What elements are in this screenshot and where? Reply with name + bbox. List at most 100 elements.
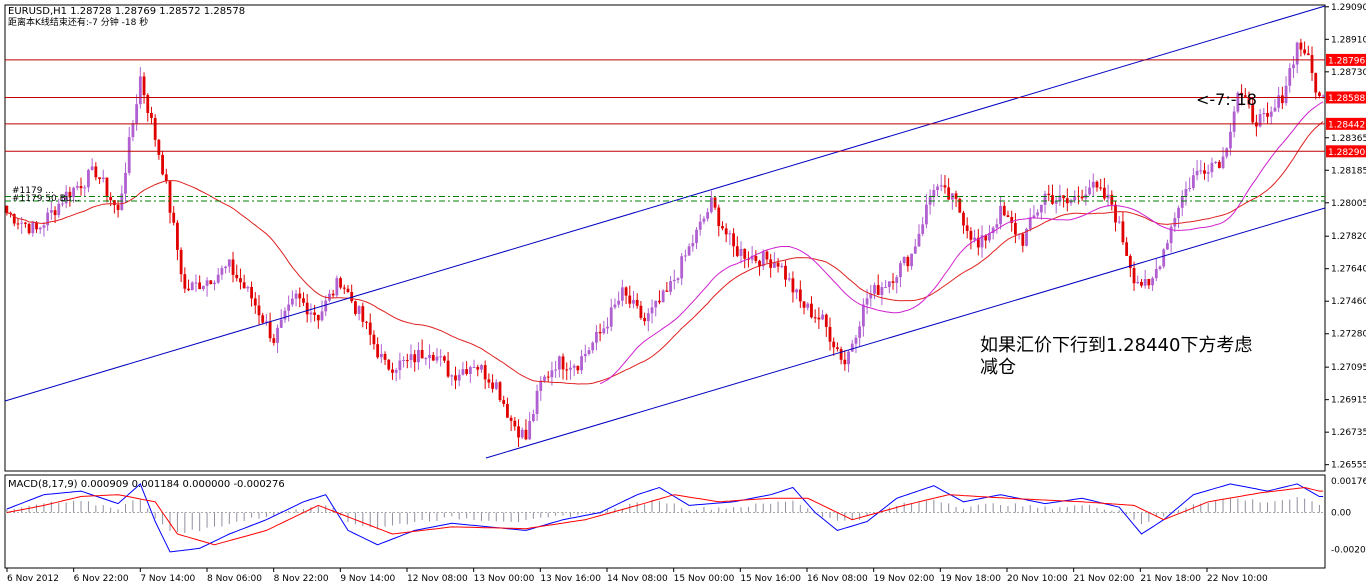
candle (739, 241, 743, 264)
candle (965, 217, 969, 239)
macd-info: MACD(8,17,9) 0.000909 0.001184 0.000000 … (8, 479, 285, 490)
candle (843, 350, 847, 371)
candle-body (1065, 198, 1069, 204)
candle (368, 313, 372, 346)
candle (595, 324, 598, 351)
candle-body (1284, 85, 1288, 104)
candle-body (865, 298, 869, 305)
candle (643, 312, 647, 326)
candle (706, 208, 710, 222)
candle (120, 185, 124, 211)
candle (450, 374, 454, 386)
candle-body (795, 289, 799, 293)
candle-body (480, 365, 483, 370)
candle (283, 307, 287, 323)
time-tick-label: 16 Nov 08:00 (807, 574, 868, 584)
candle (1166, 239, 1169, 251)
candle (305, 293, 309, 323)
candle (676, 277, 680, 284)
candle-body (698, 221, 702, 230)
candle-body (124, 172, 127, 194)
candle (569, 360, 572, 380)
candle (339, 276, 342, 290)
candle-body (1203, 170, 1206, 174)
candle-body (1143, 279, 1147, 286)
candle-body (257, 305, 261, 316)
candle-body (732, 233, 735, 247)
candle (535, 384, 539, 421)
candle (1292, 56, 1295, 79)
candle (1080, 189, 1084, 201)
candle (439, 349, 443, 367)
candle (1043, 190, 1047, 214)
candle-body (713, 197, 717, 208)
macd-tick-label: 0.001766 (1331, 477, 1366, 487)
candle (376, 337, 380, 359)
candle (112, 199, 116, 214)
candle-body (821, 314, 824, 320)
candle-body (20, 222, 24, 224)
candle-body (376, 344, 380, 358)
candle-body (57, 203, 61, 216)
candle-body (583, 353, 587, 357)
candle-body (53, 210, 57, 216)
candle (417, 342, 420, 370)
candle-body (1136, 281, 1140, 284)
candle-body (328, 293, 331, 301)
candle-body (531, 414, 535, 422)
candle (190, 281, 194, 291)
candle (1225, 147, 1229, 159)
candle (802, 301, 806, 315)
candle (713, 197, 717, 210)
candle (606, 317, 609, 334)
candle (1006, 210, 1010, 218)
candle (42, 221, 46, 237)
candle (717, 204, 721, 237)
candle-body (999, 205, 1002, 225)
time-tick-label: 15 Nov 16:00 (740, 574, 801, 584)
candle-body (383, 353, 387, 360)
candle-body (231, 259, 235, 275)
candle (487, 373, 491, 389)
candle-body (101, 177, 105, 180)
candle (179, 247, 183, 283)
candle-body (528, 421, 532, 440)
candle (261, 312, 265, 325)
candle (1303, 41, 1307, 56)
time-tick-label: 6 Nov 2012 (7, 574, 59, 584)
candle-body (1099, 187, 1103, 189)
time-tick-label: 15 Nov 00:00 (674, 574, 735, 584)
candle-body (205, 280, 209, 286)
candle (962, 210, 965, 234)
price-tick-label: 1.28365 (1331, 134, 1366, 144)
candle-body (417, 350, 420, 363)
candle (672, 269, 676, 290)
candle-body (1214, 161, 1218, 163)
candle-body (887, 281, 891, 288)
candle (265, 314, 268, 326)
candle (1214, 161, 1218, 164)
candle-body (398, 360, 402, 371)
candle-body (1210, 162, 1214, 173)
candle-body (1032, 215, 1036, 218)
candle (483, 360, 487, 390)
candle-body (224, 266, 228, 269)
candle-body (1255, 122, 1258, 127)
candle-body (342, 287, 346, 289)
candle (405, 353, 409, 369)
candle (79, 177, 83, 196)
candle-body (709, 197, 713, 213)
candle-body (691, 243, 695, 247)
candle (976, 228, 980, 256)
candle (876, 274, 880, 296)
candle-body (587, 350, 591, 354)
candle-body (94, 166, 98, 178)
candle (850, 339, 854, 352)
candle-body (1002, 205, 1006, 216)
candle (557, 355, 561, 378)
price-tick-label: 1.26555 (1331, 461, 1366, 471)
candle-body (728, 233, 732, 235)
candle (617, 291, 621, 308)
candle (316, 314, 320, 329)
candle-body (513, 420, 517, 427)
